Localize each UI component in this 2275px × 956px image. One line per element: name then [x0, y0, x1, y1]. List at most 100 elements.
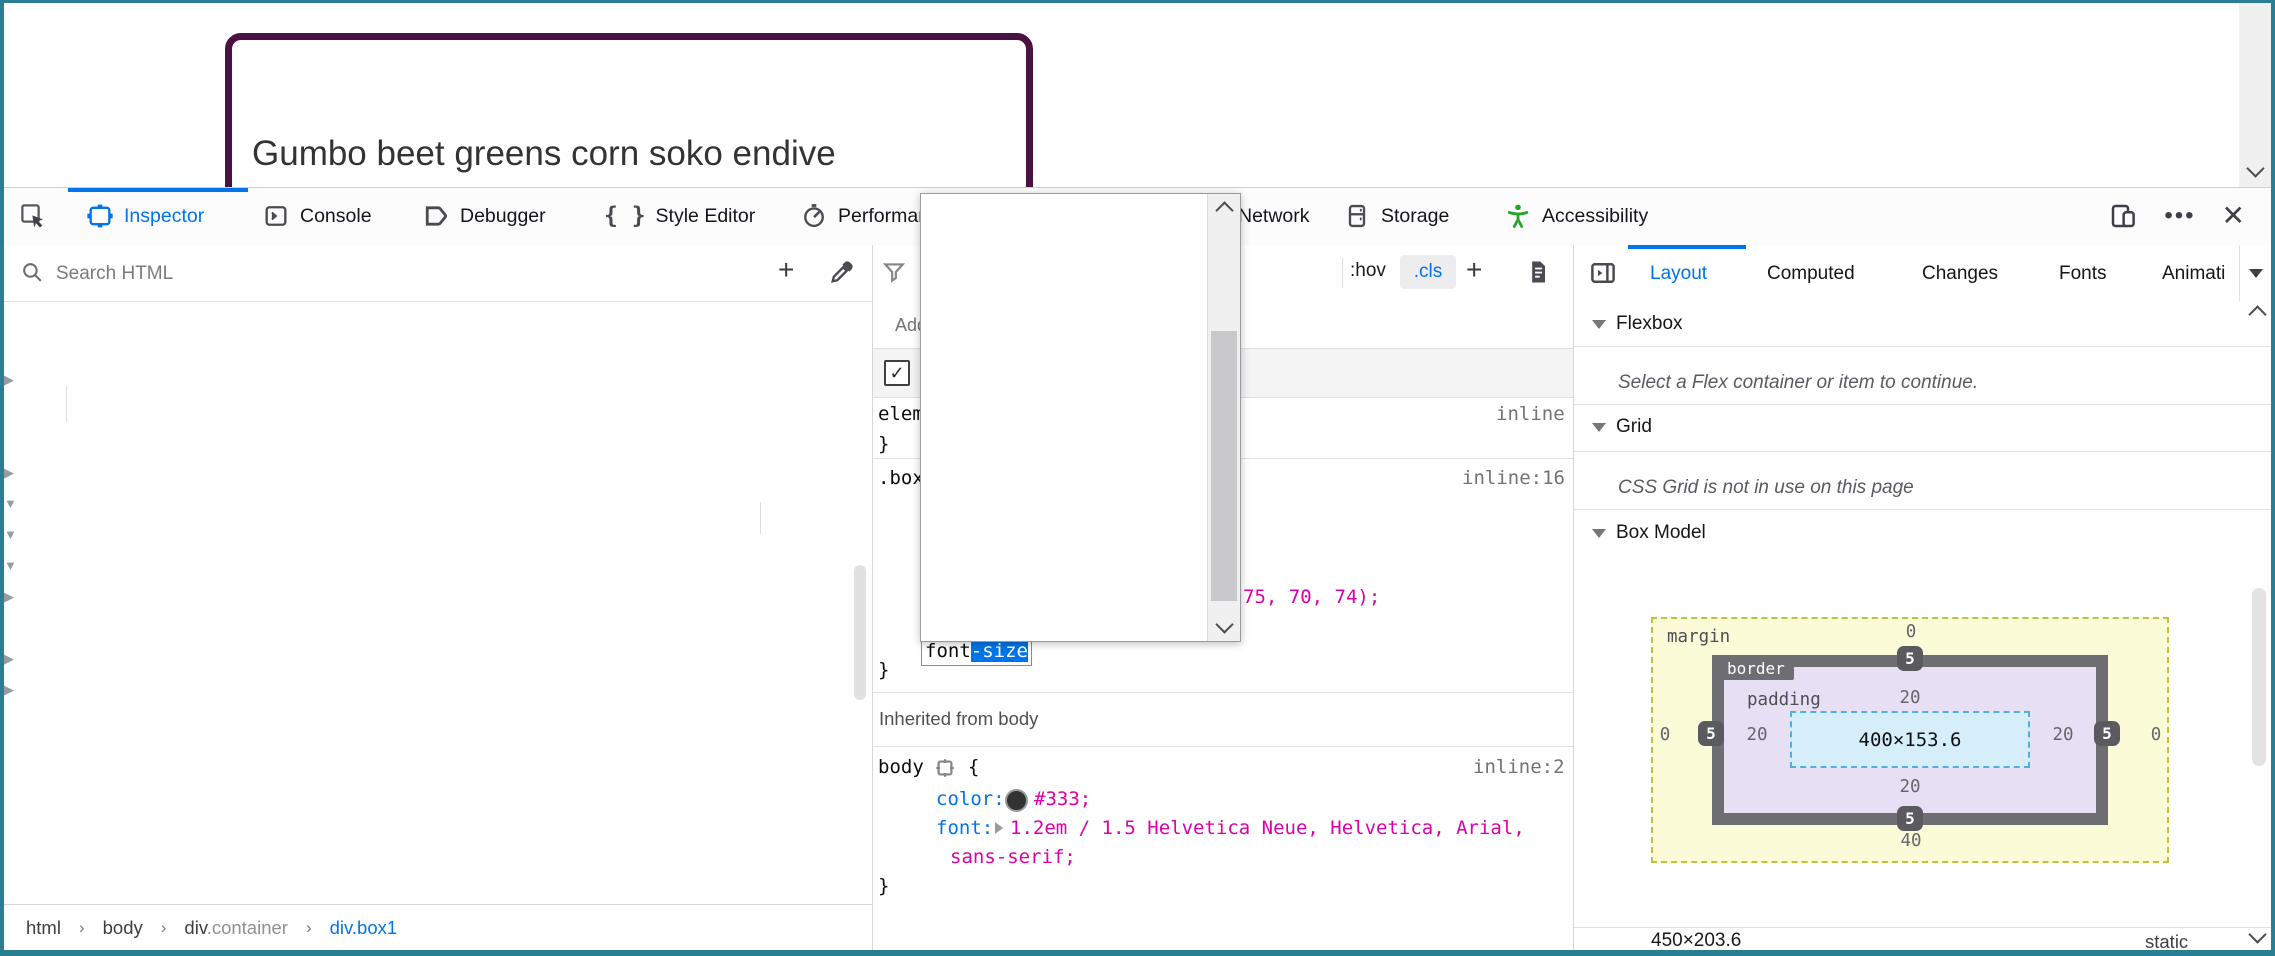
margin-bottom-value[interactable]: 40 [1896, 831, 1926, 851]
markup-line[interactable] [4, 426, 872, 457]
tab-computed[interactable]: Computed [1767, 246, 1855, 301]
markup-line[interactable] [4, 736, 872, 767]
border-right-value[interactable]: 5 [2094, 721, 2120, 746]
tab-console[interactable]: Console [262, 188, 372, 244]
expander-icon[interactable] [995, 822, 1003, 834]
box1-rule-source-link[interactable]: inline:16 [1462, 467, 1565, 489]
twisty-icon[interactable] [4, 550, 18, 581]
all-tabs-menu-button[interactable] [2239, 245, 2272, 301]
body-rule-source-link[interactable]: inline:2 [1473, 756, 1565, 778]
border-left-value[interactable]: 5 [1698, 721, 1724, 746]
autocomplete-item[interactable] [921, 513, 1208, 543]
autocomplete-item[interactable] [921, 572, 1208, 602]
border-top-value[interactable]: 5 [1897, 646, 1923, 671]
markup-line[interactable] [4, 364, 872, 395]
autocomplete-item[interactable] [921, 365, 1208, 395]
markup-line[interactable] [4, 395, 872, 426]
rules-sidebar-divider[interactable] [1573, 245, 1574, 950]
eyedropper-icon[interactable] [828, 258, 856, 286]
close-devtools-icon[interactable]: ✕ [2222, 202, 2245, 230]
breadcrumb-item-html[interactable]: html [26, 917, 61, 939]
autocomplete-item[interactable] [921, 601, 1208, 631]
tab-animations[interactable]: Animati [2162, 246, 2225, 301]
twisty-icon[interactable] [4, 519, 18, 550]
body-color-property-value[interactable]: #333; [1034, 788, 1091, 810]
twisty-icon[interactable] [4, 457, 18, 488]
body-rule-selector[interactable]: body [878, 756, 924, 778]
markup-line[interactable] [4, 519, 872, 550]
autocomplete-item[interactable] [921, 335, 1208, 365]
markup-line[interactable] [4, 674, 872, 705]
scroll-down-icon[interactable] [2246, 159, 2264, 177]
print-media-icon[interactable] [1524, 258, 1552, 286]
sidebar-toggle-icon[interactable] [1588, 258, 1618, 288]
tab-storage[interactable]: Storage [1343, 188, 1449, 244]
flexbox-section-header[interactable]: Flexbox [1592, 313, 1683, 335]
tab-layout[interactable]: Layout [1650, 246, 1707, 301]
page-scrollbar[interactable] [2239, 3, 2271, 187]
body-font-property-value-wrap[interactable]: sans-serif; [950, 846, 1076, 868]
breadcrumb-item-container[interactable]: div.container [184, 917, 288, 939]
breadcrumb-item-box1[interactable]: div.box1 [330, 917, 398, 939]
tab-fonts[interactable]: Fonts [2059, 246, 2107, 301]
margin-right-value[interactable]: 0 [2146, 725, 2166, 745]
pseudo-class-button[interactable]: :hov [1350, 260, 1386, 282]
markup-line[interactable] [4, 767, 872, 798]
class-panel-button[interactable]: .cls [1400, 255, 1456, 289]
markup-line[interactable] [4, 302, 872, 333]
box-model-section-header[interactable]: Box Model [1592, 522, 1706, 544]
autocomplete-item[interactable] [921, 305, 1208, 335]
meatball-menu-icon[interactable]: ••• [2164, 202, 2195, 230]
twisty-icon[interactable] [4, 674, 18, 705]
add-node-button[interactable]: + [778, 254, 794, 286]
markup-line[interactable] [4, 333, 872, 364]
markup-scrollbar-thumb[interactable] [854, 565, 866, 700]
color-swatch[interactable] [1005, 789, 1028, 812]
autocomplete-item[interactable] [921, 394, 1208, 424]
padding-bottom-value[interactable]: 20 [1897, 777, 1923, 797]
tab-changes[interactable]: Changes [1922, 246, 1998, 301]
twisty-icon[interactable] [4, 364, 18, 395]
highlight-selector-icon[interactable] [934, 757, 954, 777]
markup-line[interactable] [4, 643, 872, 674]
autocomplete-item[interactable] [921, 483, 1208, 513]
padding-right-value[interactable]: 20 [2050, 725, 2076, 745]
body-color-property-name[interactable]: color: [936, 788, 1005, 810]
autocomplete-item[interactable] [921, 453, 1208, 483]
add-rule-button[interactable]: + [1466, 254, 1482, 286]
body-font-property-name[interactable]: font: [936, 817, 993, 839]
scroll-up-icon[interactable] [1215, 201, 1233, 219]
padding-left-value[interactable]: 20 [1744, 725, 1770, 745]
class-box1-checkbox[interactable]: ✓ [884, 360, 910, 386]
markup-line[interactable] [4, 488, 872, 519]
border-bottom-value[interactable]: 5 [1897, 806, 1923, 831]
autocomplete-item[interactable] [921, 246, 1208, 276]
sidebar-scrollbar-thumb[interactable] [2252, 588, 2266, 766]
tab-style-editor[interactable]: { } Style Editor [604, 188, 755, 244]
box-model-content-box[interactable]: 400×153.6 [1790, 711, 2030, 768]
markup-line[interactable] [4, 612, 872, 643]
box1-property-value-tail[interactable]: 75, 70, 74); [1243, 586, 1380, 608]
scrollbar-thumb[interactable] [1211, 331, 1237, 601]
responsive-design-mode-icon[interactable] [2108, 201, 2138, 231]
body-font-property-value[interactable]: 1.2em / 1.5 Helvetica Neue, Helvetica, A… [1010, 817, 1525, 839]
breadcrumb-item-body[interactable]: body [103, 917, 143, 939]
padding-top-value[interactable]: 20 [1897, 688, 1923, 708]
markup-line[interactable] [4, 581, 872, 612]
autocomplete-item[interactable] [921, 424, 1208, 454]
twisty-icon[interactable] [4, 581, 18, 612]
tab-inspector[interactable]: Inspector [86, 188, 204, 244]
scroll-down-icon[interactable] [1215, 615, 1233, 633]
tab-debugger[interactable]: Debugger [422, 188, 546, 244]
markup-line[interactable] [4, 550, 872, 581]
margin-top-value[interactable]: 0 [1898, 622, 1924, 642]
twisty-icon[interactable] [4, 643, 18, 674]
autocomplete-item[interactable] [921, 193, 1208, 217]
autocomplete-item[interactable] [921, 542, 1208, 572]
grid-section-header[interactable]: Grid [1592, 416, 1652, 438]
twisty-icon[interactable] [4, 488, 18, 519]
markup-rules-divider[interactable] [872, 245, 873, 950]
margin-left-value[interactable]: 0 [1655, 725, 1675, 745]
markup-line[interactable] [4, 457, 872, 488]
autocomplete-item[interactable] [921, 276, 1208, 306]
